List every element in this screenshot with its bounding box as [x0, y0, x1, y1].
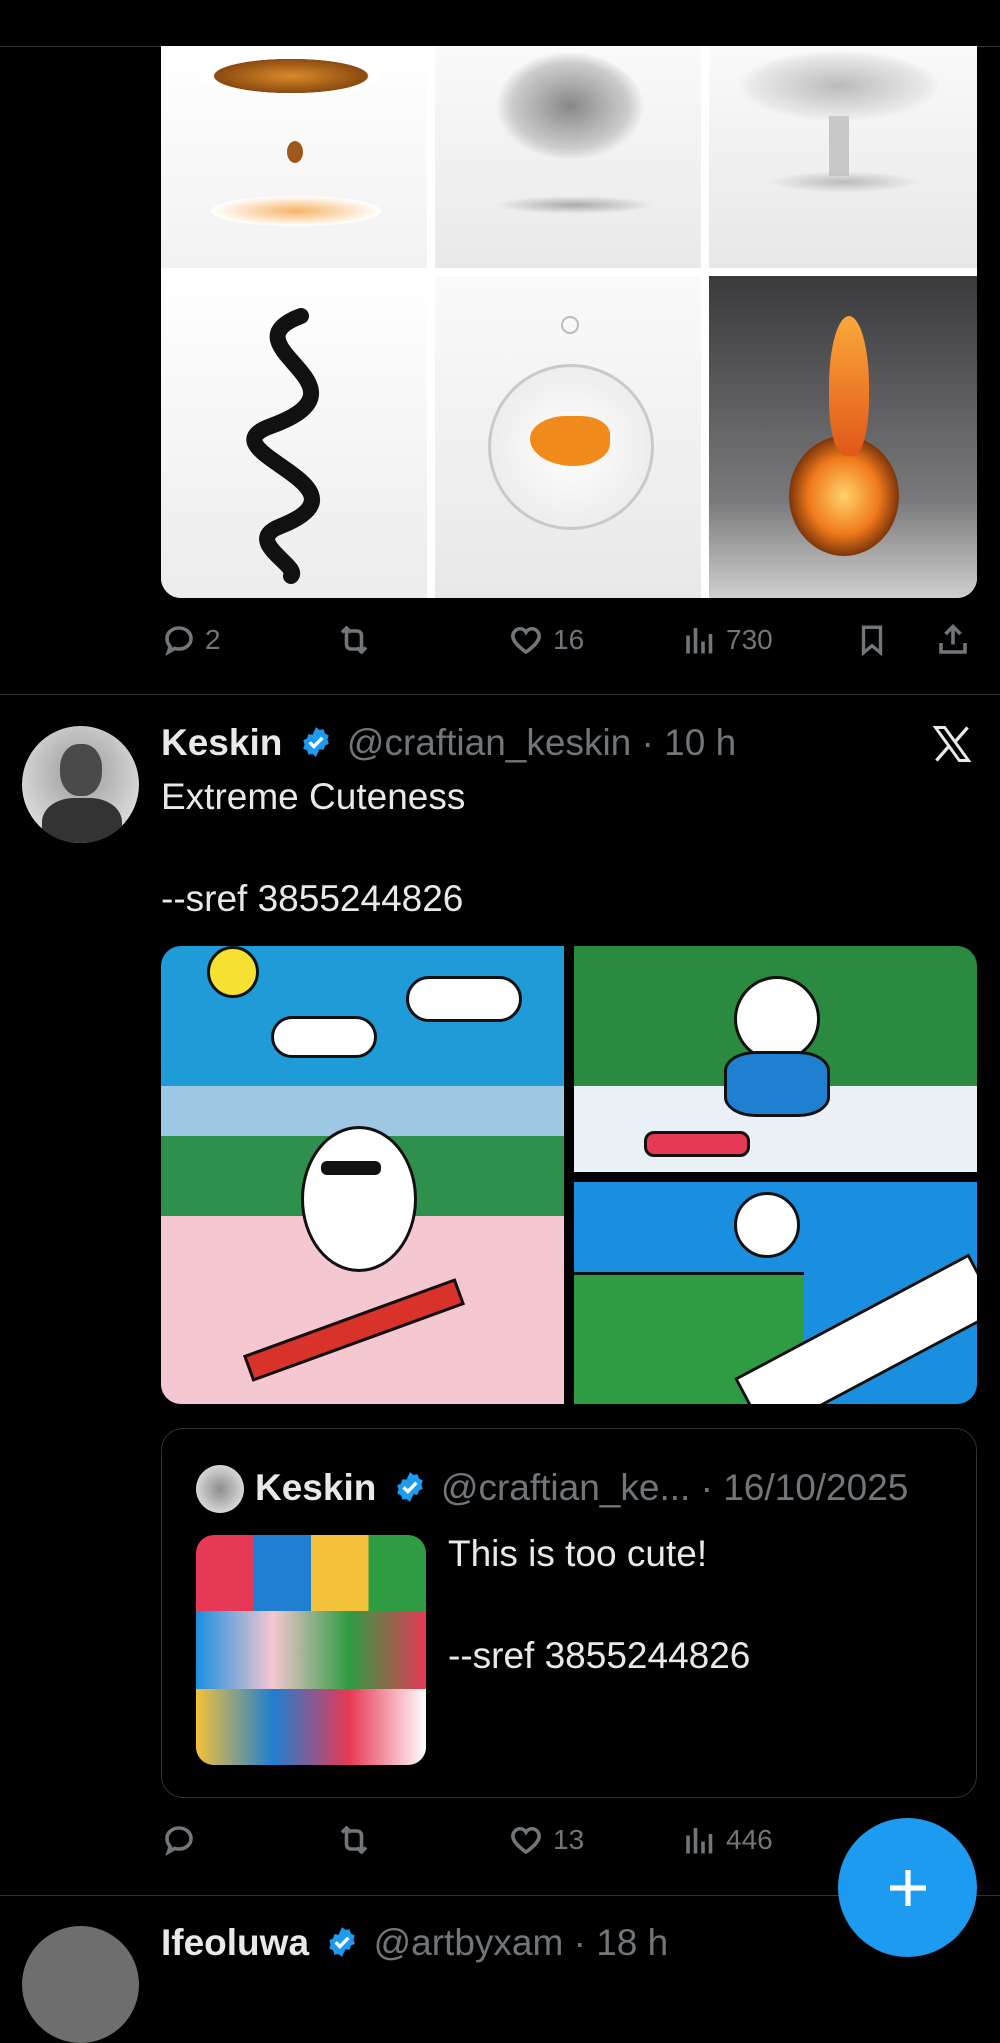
- media-skiing-poodle[interactable]: [161, 946, 564, 1404]
- reply-icon: [165, 1826, 193, 1856]
- media-bunny-jump[interactable]: [574, 1182, 977, 1404]
- dot-separator: ·: [641, 722, 665, 763]
- repost-icon: [340, 625, 368, 655]
- like-button[interactable]: 16: [507, 622, 584, 658]
- views-button[interactable]: 730: [682, 622, 773, 658]
- views-button[interactable]: 446: [682, 1822, 773, 1858]
- media-liquid-horse[interactable]: [435, 46, 701, 268]
- reply-button[interactable]: 2: [161, 622, 221, 658]
- repost-icon: [340, 1825, 368, 1855]
- post-text-line2: --sref 3855244826: [161, 878, 464, 919]
- avatar[interactable]: [22, 1926, 139, 2043]
- media-flame-sphere[interactable]: [709, 276, 977, 598]
- quote-text-line2: --sref 3855244826: [448, 1635, 751, 1676]
- quote-header: Keskin @craftian_ke... · 16/10/2025: [255, 1467, 955, 1510]
- post-header: Ifeoluwa @artbyxam · 18 h: [161, 1922, 941, 1965]
- quote-handle: @craftian_ke...: [440, 1467, 691, 1508]
- share-button[interactable]: [935, 622, 971, 658]
- like-button[interactable]: 13: [507, 1822, 584, 1858]
- like-count: 13: [553, 1824, 585, 1855]
- post-text-line1: Extreme Cuteness: [161, 776, 466, 817]
- x-logo-icon[interactable]: [930, 722, 974, 766]
- post-header: Keskin @craftian_keskin · 10 h: [161, 722, 941, 768]
- post-divider: [0, 694, 1000, 695]
- post1-media-grid[interactable]: [161, 46, 977, 598]
- quote-author-name: Keskin: [255, 1467, 377, 1508]
- verified-badge-icon: [396, 1472, 423, 1503]
- repost-button[interactable]: [334, 1822, 374, 1858]
- avatar[interactable]: [22, 726, 139, 843]
- verified-badge-icon: [329, 1927, 356, 1958]
- dot-separator: ·: [700, 1467, 724, 1508]
- compose-fab[interactable]: [838, 1818, 977, 1957]
- media-glass-lotus[interactable]: [709, 46, 977, 268]
- view-count: 730: [726, 624, 773, 655]
- media-black-spiral[interactable]: [161, 276, 427, 598]
- post2-media-grid[interactable]: [161, 946, 977, 1404]
- plus-icon: [889, 1869, 926, 1906]
- views-icon: [686, 628, 713, 654]
- post-time[interactable]: 10 h: [664, 722, 736, 763]
- author-handle[interactable]: @craftian_keskin: [347, 722, 631, 763]
- author-name[interactable]: Ifeoluwa: [161, 1922, 309, 1963]
- quote-text-line1: This is too cute!: [448, 1533, 708, 1574]
- quote-date: 16/10/2025: [723, 1467, 909, 1508]
- author-handle[interactable]: @artbyxam: [374, 1922, 564, 1963]
- bookmark-button[interactable]: [855, 622, 889, 658]
- reply-button[interactable]: [161, 1822, 197, 1858]
- quoted-post-card[interactable]: Keskin @craftian_ke... · 16/10/2025 This…: [161, 1428, 977, 1798]
- dot-separator: ·: [573, 1922, 597, 1963]
- bookmark-icon: [861, 625, 883, 657]
- quote-thumbnail: [196, 1535, 426, 1765]
- media-amber-drop[interactable]: [161, 46, 427, 268]
- top-bar: [0, 0, 1000, 46]
- views-icon: [686, 1828, 713, 1854]
- share-icon: [939, 623, 967, 654]
- media-goldfish-bowl[interactable]: [435, 276, 701, 598]
- heart-icon: [511, 1826, 541, 1855]
- like-count: 16: [553, 624, 585, 655]
- author-name[interactable]: Keskin: [161, 722, 282, 763]
- view-count: 446: [726, 1824, 773, 1855]
- verified-badge-icon: [302, 727, 329, 758]
- repost-button[interactable]: [334, 622, 374, 658]
- heart-icon: [511, 626, 541, 655]
- post-time[interactable]: 18 h: [596, 1922, 668, 1963]
- reply-count: 2: [205, 624, 221, 655]
- media-snowboard-bunny[interactable]: [574, 946, 977, 1172]
- quote-avatar: [196, 1465, 244, 1513]
- reply-icon: [165, 626, 193, 656]
